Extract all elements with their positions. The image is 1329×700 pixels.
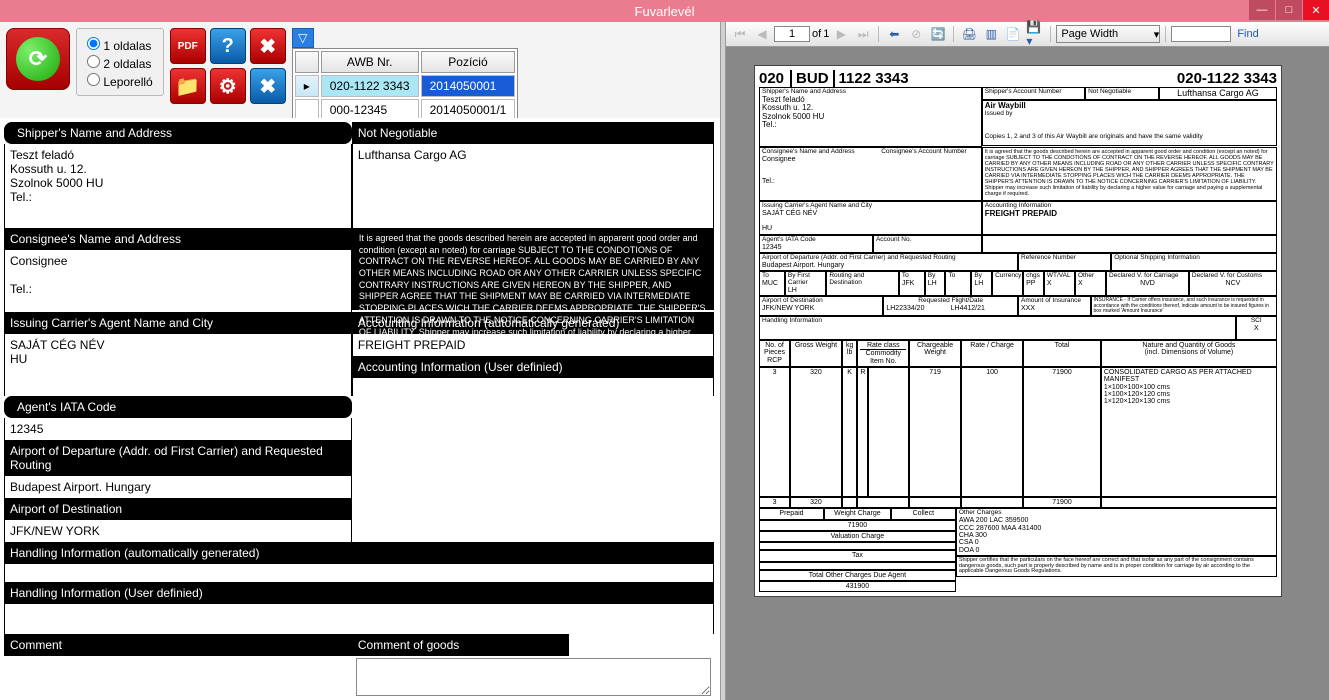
val-notneg: Lufthansa Cargo AG: [352, 144, 714, 228]
hdr-goods: Comment of goods: [352, 634, 569, 656]
print-layout-button[interactable]: ▥: [981, 25, 1001, 43]
pdf-export-button[interactable]: PDF: [170, 28, 206, 64]
open-folder-button[interactable]: 📁: [170, 68, 206, 104]
val-hand-auto: [4, 564, 714, 582]
grid-row[interactable]: ▸ 020-1122 3343 2014050001: [295, 75, 516, 97]
find-input[interactable]: [1171, 26, 1231, 42]
chevron-down-icon: ▾: [1154, 28, 1160, 41]
conditions-text: It is agreed that the goods described he…: [352, 228, 714, 310]
radio-1-oldalas[interactable]: 1 oldalas: [87, 37, 153, 53]
awb-full: 020-1122 3343: [1177, 70, 1277, 87]
window-titlebar: Fuvarlevél — □ ✕: [0, 0, 1329, 22]
page-of-label: of: [812, 28, 821, 40]
hdr-agent: Issuing Carrier's Agent Name and City: [4, 312, 352, 334]
zoom-dropdown[interactable]: Page Width▾: [1056, 25, 1160, 43]
close-icon: ✖: [259, 74, 276, 99]
val-dep[interactable]: Budapest Airport. Hungary: [4, 476, 352, 498]
window-close-button[interactable]: ✕: [1303, 0, 1329, 20]
export-button[interactable]: 💾▾: [1025, 25, 1045, 43]
radio-leporello[interactable]: Leporelló: [87, 73, 153, 89]
hdr-acct-user: Accounting Information (User definied): [352, 356, 714, 378]
page-input[interactable]: [774, 26, 810, 42]
val-shipper[interactable]: Teszt feladó Kossuth u. 12. Szolnok 5000…: [4, 144, 352, 228]
grid-col-awb[interactable]: AWB Nr.: [321, 51, 419, 73]
hdr-iata: Agent's IATA Code: [4, 396, 352, 418]
stop-button[interactable]: ⊘: [906, 25, 926, 43]
pdf-icon: PDF: [178, 41, 198, 52]
hdr-consignee: Consignee's Name and Address: [4, 228, 352, 250]
find-button[interactable]: Find: [1233, 28, 1262, 40]
close-panel-button[interactable]: ✖: [250, 68, 286, 104]
hdr-dep: Airport of Departure (Addr. od First Car…: [4, 440, 352, 476]
hdr-hand-auto: Handling Information (automatically gene…: [4, 542, 714, 564]
report-body[interactable]: 020 BUD 1122 3343 020-1122 3343 Shipper'…: [726, 47, 1329, 700]
delete-button[interactable]: ✖: [250, 28, 286, 64]
window-minimize-button[interactable]: —: [1249, 0, 1275, 20]
funnel-icon: ▽: [298, 31, 307, 45]
val-consignee[interactable]: Consignee Tel.:: [4, 250, 352, 312]
awb-prefix: 020: [759, 70, 784, 87]
val-hand-user[interactable]: [4, 604, 714, 634]
val-agent[interactable]: SAJÁT CÉG NÉV HU: [4, 334, 352, 396]
hdr-hand-user: Handling Information (User definied): [4, 582, 714, 604]
awb-document: 020 BUD 1122 3343 020-1122 3343 Shipper'…: [754, 65, 1282, 597]
page-layout-radiogroup: 1 oldalas 2 oldalas Leporelló: [76, 28, 164, 96]
x-icon: ✖: [259, 34, 276, 59]
page-setup-button[interactable]: 📄: [1003, 25, 1023, 43]
val-iata[interactable]: 12345: [4, 418, 352, 440]
hdr-dest: Airport of Destination: [4, 498, 352, 520]
val-acct-user[interactable]: [352, 378, 714, 396]
grid-rowheader-col: [295, 51, 319, 73]
nav-first-button[interactable]: ⏮: [730, 25, 750, 43]
refresh-icon: ⟳: [16, 37, 60, 81]
page-total: 1: [823, 28, 829, 40]
back-button[interactable]: ⬅: [884, 25, 904, 43]
grid-col-pozicio[interactable]: Pozíció: [421, 51, 516, 73]
refresh-report-button[interactable]: 🔄: [928, 25, 948, 43]
nav-last-button[interactable]: ⏭: [853, 25, 873, 43]
hdr-shipper: Shipper's Name and Address: [4, 122, 352, 144]
window-title: Fuvarlevél: [635, 4, 695, 19]
val-dest[interactable]: JFK/NEW YORK: [4, 520, 352, 542]
print-button[interactable]: 🖨: [959, 25, 979, 43]
window-maximize-button[interactable]: □: [1276, 0, 1302, 20]
hdr-comment: Comment: [4, 634, 352, 656]
awb-origin: BUD: [790, 70, 829, 87]
filter-button[interactable]: ▽: [292, 28, 314, 48]
pdf-gear-icon: ⚙: [219, 74, 237, 99]
folder-icon: 📁: [175, 74, 200, 99]
pdf-settings-button[interactable]: ⚙: [210, 68, 246, 104]
awb-serial: 1122 3343: [833, 70, 909, 87]
nav-prev-button[interactable]: ◀: [752, 25, 772, 43]
report-toolbar: ⏮ ◀ of 1 ▶ ⏭ ⬅ ⊘ 🔄 🖨 ▥ 📄 💾▾ Page Width▾ …: [726, 22, 1329, 47]
refresh-button[interactable]: ⟳: [6, 28, 70, 90]
nav-next-button[interactable]: ▶: [831, 25, 851, 43]
question-icon: ?: [222, 35, 234, 58]
hdr-notneg: Not Negotiable: [352, 122, 714, 144]
help-button[interactable]: ?: [210, 28, 246, 64]
goods-textarea[interactable]: [356, 658, 711, 696]
form-panel: Shipper's Name and Address Not Negotiabl…: [0, 118, 720, 700]
radio-2-oldalas[interactable]: 2 oldalas: [87, 55, 153, 71]
